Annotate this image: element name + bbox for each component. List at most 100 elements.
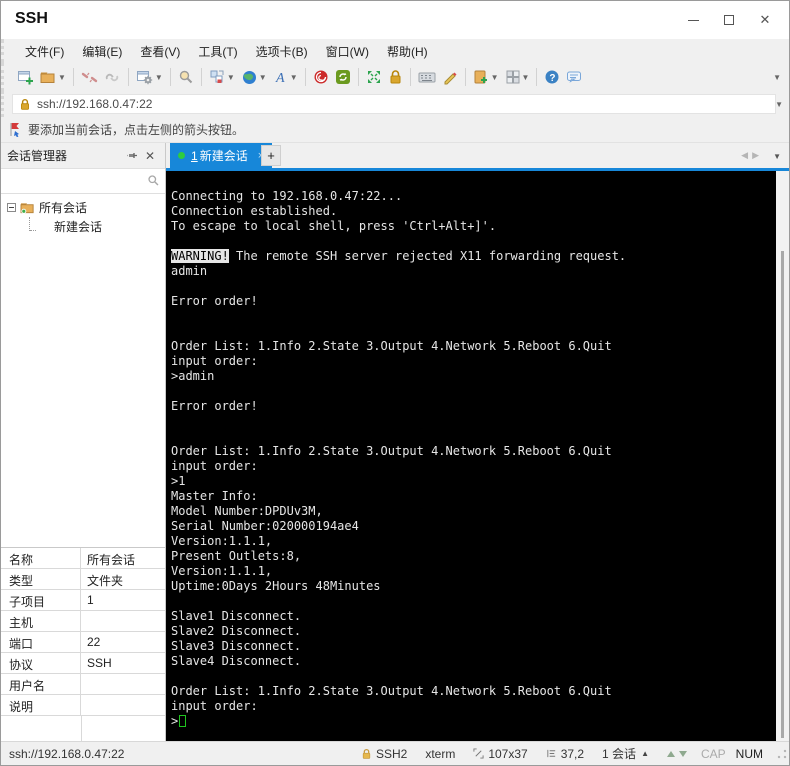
menu-item-3[interactable]: 工具(T) xyxy=(189,40,246,63)
minimize-icon xyxy=(687,19,699,21)
compose-button[interactable] xyxy=(439,65,461,89)
terminal-cursor xyxy=(179,715,187,727)
menu-item-6[interactable]: 帮助(H) xyxy=(378,40,437,63)
menu-item-5[interactable]: 窗口(W) xyxy=(317,40,378,63)
property-row-5: 协议 SSH xyxy=(1,653,165,674)
collapse-icon[interactable] xyxy=(7,203,16,212)
chevron-down-icon[interactable]: ▼ xyxy=(259,73,267,82)
terminal-line: >admin xyxy=(171,369,215,383)
font-button[interactable]: A ▼ xyxy=(270,65,301,89)
tab-scroll-arrows[interactable]: ◀▶ xyxy=(741,150,763,161)
close-button[interactable]: ✕ xyxy=(747,5,783,35)
toolbar-overflow-caret[interactable]: ▼ xyxy=(773,73,781,82)
address-value: ssh://192.168.0.47:22 xyxy=(37,97,153,111)
status-terminal-type[interactable]: xterm xyxy=(425,747,455,761)
scroll-up-icon[interactable] xyxy=(666,750,675,757)
terminal-line: Model Number:DPDUv3M, xyxy=(171,504,323,518)
chevron-down-icon[interactable]: ▼ xyxy=(155,73,163,82)
menu-item-2[interactable]: 查看(V) xyxy=(131,40,189,63)
tree-label-all-sessions: 所有会话 xyxy=(39,201,88,215)
menu-item-4[interactable]: 选项卡(B) xyxy=(247,40,317,63)
disconnect-button[interactable] xyxy=(78,65,101,89)
terminal-line: Error order! xyxy=(171,294,258,308)
menu-bar: 文件(F) 编辑(E) 查看(V) 工具(T) 选项卡(B) 窗口(W) 帮助(H) xyxy=(1,39,789,63)
duplicate-session-button[interactable]: ▼ xyxy=(206,65,238,89)
property-value[interactable]: 1 xyxy=(81,590,165,610)
scrollbar-thumb[interactable] xyxy=(781,251,784,738)
session-search-input[interactable] xyxy=(5,171,143,191)
menu-item-1[interactable]: 编辑(E) xyxy=(73,40,131,63)
virtual-keyboard-button[interactable] xyxy=(415,65,439,89)
toolbar: ▼ ▼ ▼ ▼ A ▼ ▼ ▼ ? ▼ xyxy=(1,63,789,91)
lock-icon xyxy=(390,70,401,84)
property-value[interactable]: SSH xyxy=(81,653,165,673)
status-session-count[interactable]: 1 会话 ▲ xyxy=(602,745,649,762)
reconnect-link-icon xyxy=(105,73,119,81)
lock-button[interactable] xyxy=(385,65,406,89)
terminal-output[interactable]: Connecting to 192.168.0.47:22... Connecti… xyxy=(166,171,778,743)
svg-text:?: ? xyxy=(550,73,556,84)
terminal-line: Version:1.1.1, xyxy=(171,564,273,578)
menu-item-0[interactable]: 文件(F) xyxy=(16,40,73,63)
tree-item-new-session[interactable]: 新建会话 xyxy=(1,216,165,236)
status-bar: ssh://192.168.0.47:22 SSH2 xterm 107x37 … xyxy=(1,741,789,765)
terminal-line: Connection established. xyxy=(171,204,338,218)
minimize-button[interactable] xyxy=(675,5,711,35)
tab-new-session[interactable]: 1 新建会话 × xyxy=(170,143,273,168)
chevron-down-icon[interactable]: ▼ xyxy=(522,73,530,82)
chevron-down-icon[interactable]: ▼ xyxy=(227,73,235,82)
chevron-down-icon[interactable]: ▼ xyxy=(58,73,66,82)
property-label: 端口 xyxy=(1,632,81,652)
scroll-down-icon[interactable] xyxy=(678,750,687,757)
session-popup-caret[interactable]: ▲ xyxy=(641,749,649,758)
sync-button[interactable] xyxy=(332,65,354,89)
feedback-button[interactable] xyxy=(563,65,586,89)
session-properties-icon xyxy=(136,70,153,84)
property-value[interactable] xyxy=(81,611,165,631)
chevron-down-icon[interactable]: ▼ xyxy=(290,73,298,82)
new-session-button[interactable] xyxy=(14,65,37,89)
terminal-scrollbar[interactable] xyxy=(776,171,789,743)
property-value[interactable]: 所有会话 xyxy=(81,548,165,568)
xagent-button[interactable] xyxy=(310,65,332,89)
session-properties-button[interactable]: ▼ xyxy=(133,65,166,89)
sync-icon xyxy=(335,70,350,84)
reconnect-button[interactable] xyxy=(101,65,124,89)
property-value[interactable] xyxy=(81,674,165,694)
terminal-line: Uptime:0Days 2Hours 48Minutes xyxy=(171,579,381,593)
maximize-button[interactable] xyxy=(711,5,747,35)
find-button[interactable] xyxy=(175,65,197,89)
tab-bar: 1 新建会话 × + ◀▶ ▼ xyxy=(166,143,789,168)
session-manager-panel: 会话管理器 ✕ 所有会话 新建会话 名称 所有会话 类型 文件夹 子项目 1 主机 端口 22 协… xyxy=(1,143,166,743)
new-tab-button[interactable]: + xyxy=(261,145,281,166)
layout-grid-icon xyxy=(506,70,520,84)
fullscreen-button[interactable] xyxy=(363,65,385,89)
properties-empty-area xyxy=(1,716,165,743)
chevron-down-icon[interactable]: ▼ xyxy=(491,73,499,82)
session-manager-header: 会话管理器 ✕ xyxy=(1,143,165,169)
layout-button[interactable]: ▼ xyxy=(502,65,533,89)
tab-number: 1 xyxy=(191,148,198,163)
open-session-button[interactable]: ▼ xyxy=(37,65,69,89)
terminal-line: Version:1.1.1, xyxy=(171,534,273,548)
resize-grip[interactable] xyxy=(777,748,787,759)
address-input[interactable]: ssh://192.168.0.47:22 xyxy=(12,94,776,114)
font-icon: A xyxy=(275,71,285,85)
new-file-button[interactable]: ▼ xyxy=(470,65,502,89)
terminal-line: Slave1 Disconnect. xyxy=(171,609,302,623)
tab-list-caret[interactable]: ▼ xyxy=(773,152,781,161)
property-value[interactable] xyxy=(81,695,165,715)
pin-button[interactable] xyxy=(123,147,141,165)
property-row-2: 子项目 1 xyxy=(1,590,165,611)
address-dropdown-caret[interactable]: ▼ xyxy=(775,100,783,109)
tree-item-all-sessions[interactable]: 所有会话 xyxy=(1,198,165,217)
terminal-line: >1 xyxy=(171,474,186,488)
encoding-button[interactable]: ▼ xyxy=(238,65,270,89)
panel-close-button[interactable]: ✕ xyxy=(141,147,159,165)
property-row-7: 说明 xyxy=(1,695,165,716)
help-button[interactable]: ? xyxy=(541,65,563,89)
property-value[interactable]: 文件夹 xyxy=(81,569,165,589)
property-value[interactable]: 22 xyxy=(81,632,165,652)
tab-label: 新建会话 xyxy=(199,149,248,163)
